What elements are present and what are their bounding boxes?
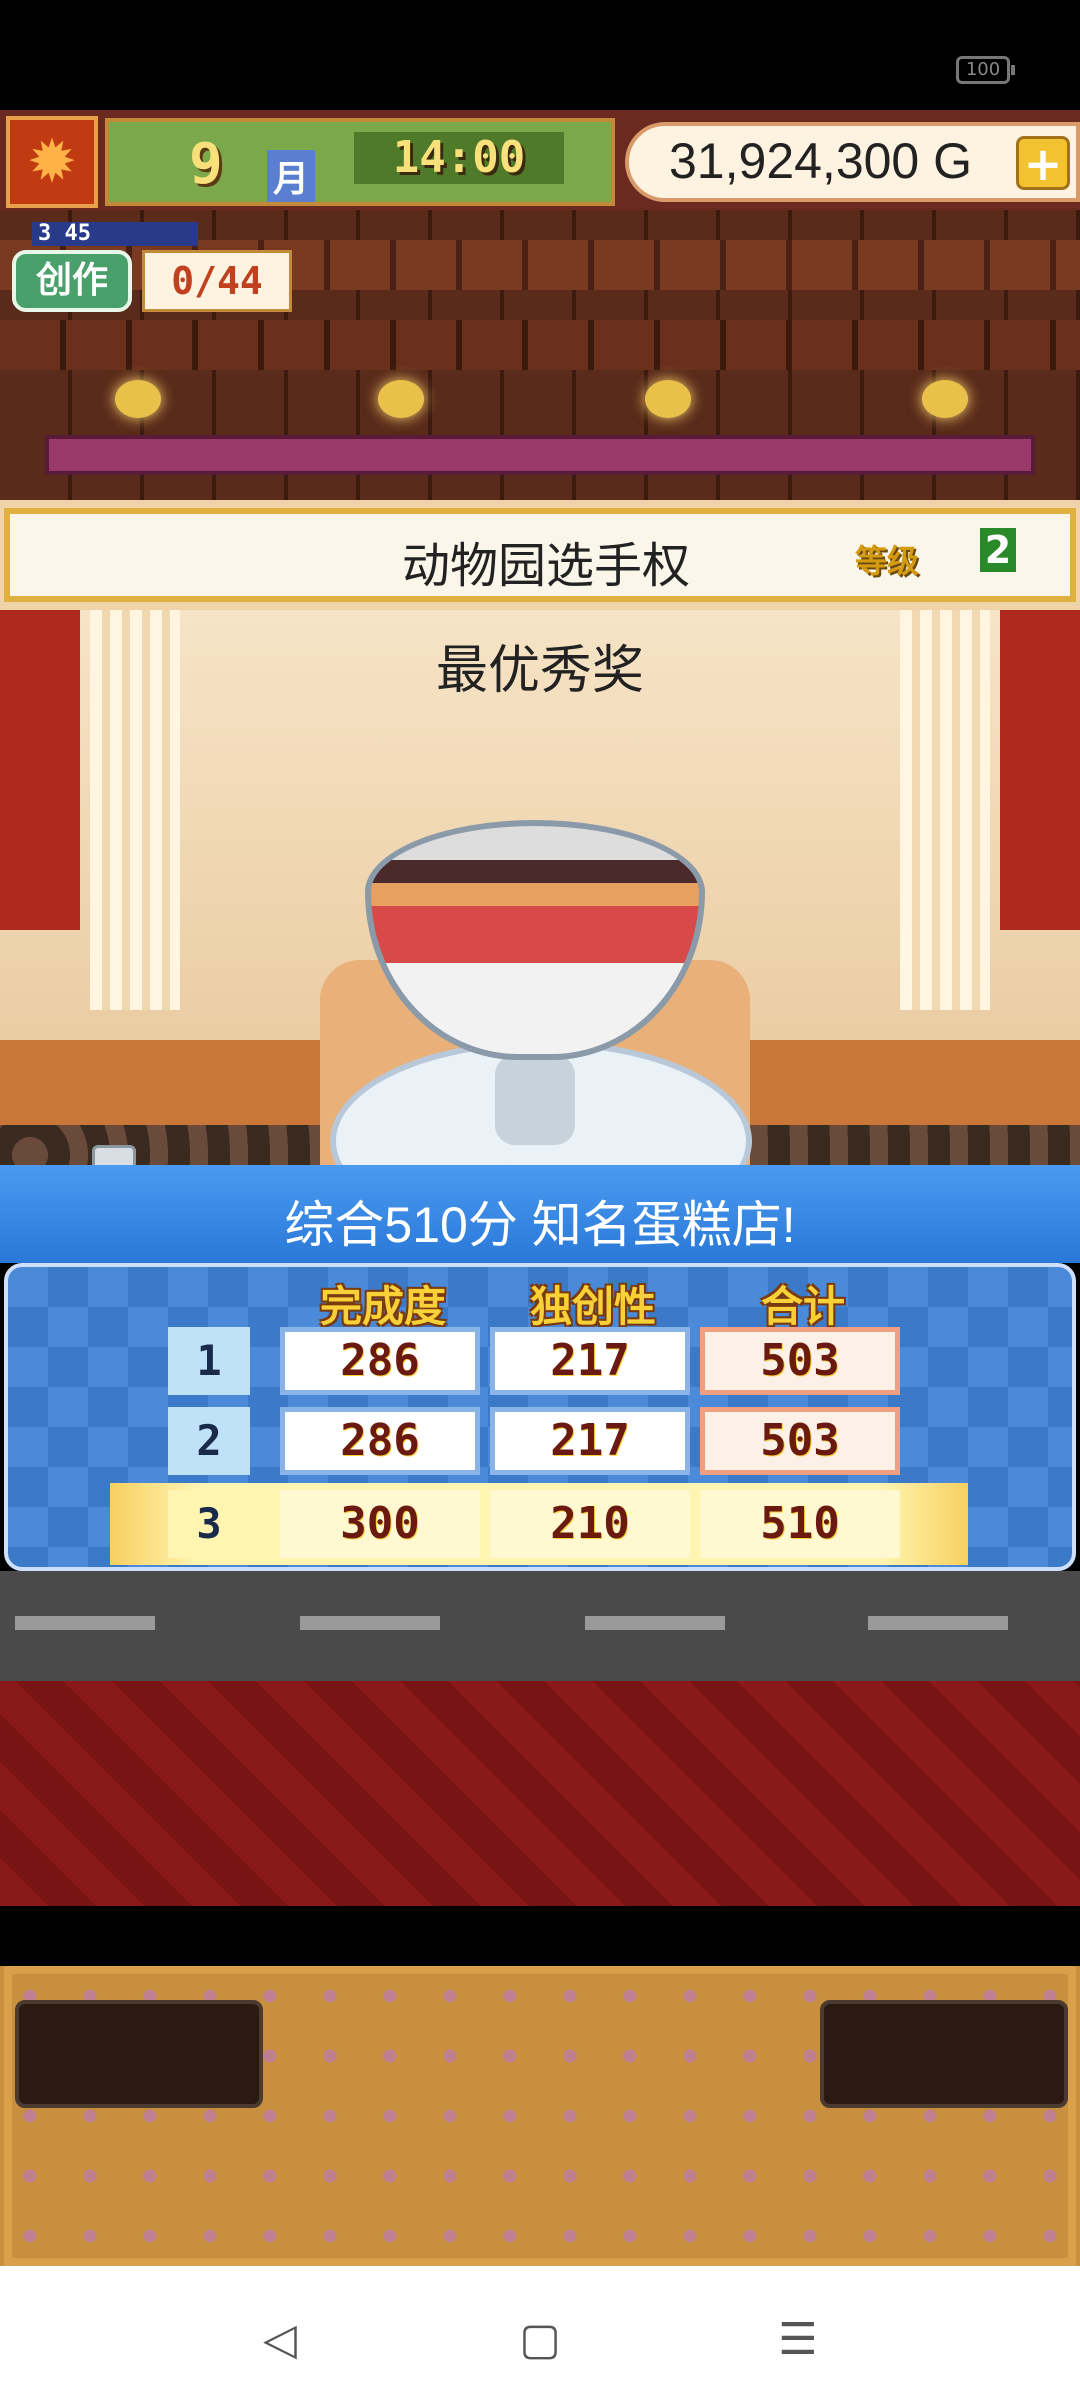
contest-title: 动物园选手权 — [401, 540, 690, 593]
score-cell: 210 — [490, 1490, 690, 1558]
score-cell: 286 — [280, 1327, 480, 1395]
create-counter[interactable]: 3 45 创作 0/44 — [12, 222, 292, 317]
lamp-icon — [115, 380, 161, 418]
right-panel — [820, 2000, 1068, 2108]
road-dash — [585, 1616, 725, 1630]
result-header: 综合510分 知名蛋糕店! — [0, 1165, 1080, 1263]
road-dash — [868, 1616, 1008, 1630]
carpet — [0, 1681, 1080, 1906]
score-cell: 300 — [280, 1490, 480, 1558]
grade-value: 2 — [980, 528, 1016, 572]
score-total-cell: 503 — [700, 1327, 900, 1395]
road-dash — [300, 1616, 440, 1630]
score-total-cell: 503 — [700, 1407, 900, 1475]
home-icon[interactable]: ▢ — [510, 2310, 570, 2370]
clock-time: 14:00 — [354, 132, 564, 184]
back-icon[interactable]: ◁ — [250, 2310, 310, 2370]
add-money-button[interactable]: + — [1016, 136, 1070, 190]
award-title: 最优秀奖 — [435, 642, 644, 700]
date-time-box: 9 月 14:00 — [105, 118, 615, 206]
trophy-icon — [92, 1145, 136, 1165]
rank-label: 3 — [168, 1490, 250, 1558]
left-panel — [15, 2000, 263, 2108]
contest-title-bar: 动物园选手权 等级 2 — [4, 508, 1076, 602]
column-header-total: 合计 — [760, 1282, 845, 1331]
create-count: 0/44 — [142, 250, 292, 312]
divider — [0, 1906, 1080, 1966]
score-total-cell: 510 — [700, 1490, 900, 1558]
battery-indicator: 100 — [956, 56, 1015, 84]
score-cell: 217 — [490, 1407, 690, 1475]
ceiling-row — [0, 320, 1080, 370]
navigation-bar: ◁ ▢ ☰ — [0, 2266, 1080, 2400]
result-summary: 综合510分 知名蛋糕店! — [284, 1197, 796, 1253]
lamp-icon — [645, 380, 691, 418]
column-header-originality: 独创性 — [529, 1282, 656, 1331]
maple-leaf-icon[interactable]: ✹ — [6, 116, 98, 208]
score-cell: 217 — [490, 1327, 690, 1395]
status-bar: 100 — [0, 0, 1080, 110]
money-box: 31,924,300 G + — [625, 122, 1080, 202]
column-header-completion: 完成度 — [319, 1282, 446, 1331]
menu-icon[interactable]: ☰ — [768, 2310, 828, 2370]
create-progress: 3 45 — [32, 222, 198, 246]
stage-banner — [45, 435, 1035, 475]
score-cell: 286 — [280, 1407, 480, 1475]
money-amount: 31,924,300 G — [669, 133, 973, 189]
rank-label: 1 — [168, 1327, 250, 1395]
rank-label: 2 — [168, 1407, 250, 1475]
road — [0, 1571, 1080, 1681]
month-number: 9 — [189, 132, 223, 197]
lamp-icon — [922, 380, 968, 418]
glass-stem — [495, 1055, 575, 1145]
road-dash — [15, 1616, 155, 1630]
grade-label: 等级 — [855, 542, 920, 580]
top-hud: ✹ 9 月 14:00 31,924,300 G + — [0, 110, 1080, 210]
lamp-icon — [378, 380, 424, 418]
create-badge: 创作 — [12, 250, 132, 312]
month-label: 月 — [267, 150, 316, 202]
